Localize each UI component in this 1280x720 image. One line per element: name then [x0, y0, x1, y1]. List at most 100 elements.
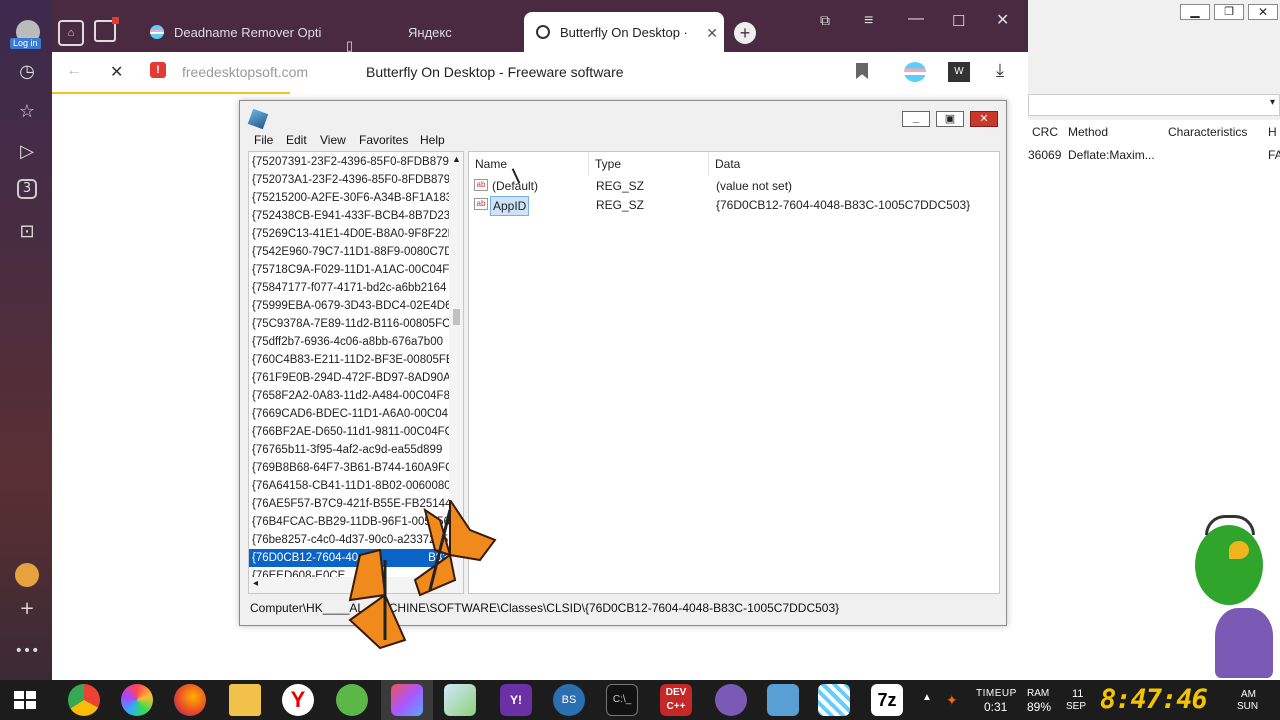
tray-chevron-icon[interactable]: ▲: [922, 692, 932, 703]
alice-icon[interactable]: [15, 563, 39, 587]
history-icon[interactable]: ◷: [14, 59, 40, 85]
back-icon[interactable]: ←: [66, 62, 82, 80]
tree-key-item[interactable]: {7542E960-79C7-11D1-88F9-0080C7D: [249, 243, 453, 261]
download-icon[interactable]: ⤓: [996, 60, 1004, 81]
address-domain[interactable]: freedesktopsoft.com: [182, 64, 308, 80]
maximize-icon[interactable]: ▣: [936, 111, 964, 127]
parrot-agent[interactable]: [1195, 515, 1265, 615]
new-tab-button[interactable]: +: [734, 22, 756, 44]
col-method[interactable]: Method: [1068, 125, 1108, 139]
more-icon[interactable]: •••: [14, 638, 40, 664]
value-type[interactable]: REG_SZ: [596, 196, 644, 214]
tree-key-item[interactable]: {76A64158-CB41-11D1-8B02-0060080: [249, 477, 451, 495]
clock[interactable]: 8:47:46: [1100, 684, 1208, 715]
tree-key-item[interactable]: {75dff2b7-6936-4c06-a8bb-676a7b00: [249, 333, 449, 351]
yahoo-messenger-icon[interactable]: Y!: [500, 684, 532, 716]
menu-edit[interactable]: Edit: [286, 133, 307, 147]
col-type[interactable]: Type: [589, 152, 709, 176]
col-data[interactable]: Data: [709, 152, 999, 176]
tree-key-item[interactable]: {75718C9A-F029-11D1-A1AC-00C04F: [249, 261, 449, 279]
tree-key-item[interactable]: {75C9378A-7E89-11d2-B116-00805FC: [249, 315, 450, 333]
regedit-taskbar-icon[interactable]: [767, 684, 799, 716]
values-list[interactable]: Name Type Data ab (Default) REG_SZ (valu…: [468, 151, 1000, 594]
menu-view[interactable]: View: [320, 133, 346, 147]
tabs-counter-icon[interactable]: 3: [17, 179, 37, 199]
tree-key-item[interactable]: {76765b11-3f95-4af2-ac9d-ea55d899: [249, 441, 449, 459]
favorites-icon[interactable]: ☆: [14, 99, 40, 125]
menu-file[interactable]: File: [254, 133, 273, 147]
close-icon[interactable]: ✕: [970, 111, 998, 127]
tree-key-item[interactable]: {75269C13-41E1-4D0E-B8A0-9F8F22E: [249, 225, 455, 243]
new-window-icon[interactable]: [94, 17, 119, 42]
tree-key-item[interactable]: {752073A1-23F2-4396-85F0-8FDB879I: [249, 171, 453, 189]
extension-trans-icon[interactable]: [904, 62, 926, 82]
close-icon[interactable]: ✕: [1248, 4, 1278, 20]
sevenzip-icon[interactable]: 7z: [871, 684, 903, 716]
tree-key-item[interactable]: {75207391-23F2-4396-85F0-8FDB879E: [249, 153, 457, 171]
col-characteristics[interactable]: Characteristics: [1168, 125, 1247, 139]
login-button[interactable]: Log in: [10, 38, 41, 49]
scroll-thumb[interactable]: [453, 309, 460, 325]
menu-favorites[interactable]: Favorites: [359, 133, 408, 147]
screenshot-icon[interactable]: ⊡: [14, 219, 40, 245]
value-data[interactable]: (value not set): [716, 177, 792, 195]
maximize-icon[interactable]: ☐: [952, 12, 965, 30]
close-tab-icon[interactable]: ✕: [706, 12, 718, 52]
col-h[interactable]: H: [1268, 125, 1277, 139]
app-green-icon[interactable]: [336, 684, 368, 716]
terminal-icon[interactable]: C:\_: [606, 684, 638, 716]
tree-key-item[interactable]: {75215200-A2FE-30F6-A34B-8F1A183: [249, 189, 452, 207]
value-name[interactable]: (Default): [492, 177, 538, 195]
tray-app-icon[interactable]: ✦: [946, 692, 958, 709]
minimize-icon[interactable]: ▁: [1180, 4, 1210, 20]
obs-icon[interactable]: BS: [553, 684, 585, 716]
tree-key-item[interactable]: {752438CB-E941-433F-BCB4-8B7D232: [249, 207, 457, 225]
app-blocks-icon[interactable]: [818, 684, 850, 716]
browser-alt-icon[interactable]: [121, 684, 153, 716]
extension-wx-icon[interactable]: W: [948, 62, 970, 82]
stop-loading-icon[interactable]: ✕: [110, 62, 123, 82]
col-crc[interactable]: CRC: [1032, 125, 1058, 139]
tree-key-item[interactable]: {75847177-f077-4171-bd2c-a6bb2164: [249, 279, 449, 297]
yandex-browser-icon[interactable]: Y: [282, 684, 314, 716]
firefox-icon[interactable]: [174, 684, 206, 716]
gradient-app-icon[interactable]: [391, 684, 423, 716]
value-name-selected[interactable]: AppID: [490, 196, 530, 216]
start-button[interactable]: [14, 691, 36, 709]
row-crc[interactable]: 36069: [1028, 148, 1061, 162]
bookmark-icon[interactable]: [856, 63, 868, 79]
close-window-icon[interactable]: ✕: [996, 10, 1009, 30]
row-extra[interactable]: FA: [1268, 148, 1280, 162]
tree-key-item[interactable]: {75999EBA-0679-3D43-BDC4-02E4D6:: [249, 297, 455, 315]
row-method[interactable]: Deflate:Maxim...: [1068, 148, 1155, 162]
tree-key-item[interactable]: {7658F2A2-0A83-11d2-A484-00C04F8: [249, 387, 450, 405]
tab-butterfly[interactable]: Butterfly On Desktop · ✕: [524, 12, 724, 52]
path-combo[interactable]: ▾: [1028, 94, 1280, 116]
bonzi-taskbar-icon[interactable]: [715, 684, 747, 716]
home-tabs-icon[interactable]: ⌂: [58, 20, 84, 46]
bonzi-agent-icon[interactable]: [1215, 608, 1273, 678]
tree-key-item[interactable]: {769B8B68-64F7-3B61-B744-160A9FC: [249, 459, 453, 477]
play-icon[interactable]: ▷: [14, 139, 40, 165]
minimize-icon[interactable]: —: [908, 10, 924, 28]
menu-icon[interactable]: ≡: [864, 12, 873, 30]
chrome-icon[interactable]: [68, 684, 100, 716]
tree-key-item[interactable]: {766BF2AE-D650-11d1-9811-00C04FC: [249, 423, 453, 441]
file-explorer-icon[interactable]: [229, 684, 261, 716]
value-type[interactable]: REG_SZ: [596, 177, 644, 195]
restore-icon[interactable]: ❐: [1214, 4, 1244, 20]
scroll-left-icon[interactable]: ◂: [253, 578, 258, 589]
scroll-up-icon[interactable]: ▲: [452, 154, 461, 164]
menu-help[interactable]: Help: [420, 133, 445, 147]
tree-key-item[interactable]: {761F9E0B-294D-472F-BD97-8AD90A: [249, 369, 451, 387]
collections-icon[interactable]: ⧉: [820, 12, 830, 29]
minimize-icon[interactable]: _: [902, 111, 930, 127]
tab-deadname[interactable]: Deadname Remover Opti: [148, 12, 328, 52]
tab-yandex[interactable]: ▯ Яндекс: [342, 12, 522, 52]
insecure-warning-icon[interactable]: !: [150, 62, 166, 78]
devcpp-icon[interactable]: DEV C++: [660, 684, 692, 716]
notes-app-icon[interactable]: [444, 684, 476, 716]
add-icon[interactable]: +: [14, 596, 40, 622]
tree-key-item[interactable]: {760C4B83-E211-11D2-BF3E-00805FB: [249, 351, 454, 369]
col-name[interactable]: Name: [469, 152, 589, 176]
